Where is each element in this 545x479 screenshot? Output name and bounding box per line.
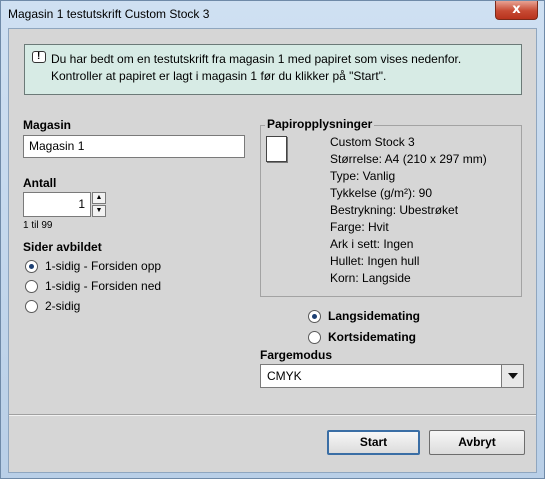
paper-color: Farge: Hvit bbox=[330, 220, 389, 234]
dialog-body: Du har bedt om en testutskrift fra magas… bbox=[8, 28, 537, 473]
start-button[interactable]: Start bbox=[327, 430, 420, 455]
decrement-button[interactable]: ▼ bbox=[92, 205, 106, 217]
paper-weight: Tykkelse (g/m²): 90 bbox=[330, 186, 433, 200]
paper-sets: Ark i sett: Ingen bbox=[330, 237, 414, 251]
chevron-down-icon[interactable] bbox=[501, 365, 523, 387]
close-button[interactable]: x bbox=[495, 1, 538, 20]
radio-unselected-icon bbox=[25, 280, 38, 293]
paper-size: Størrelse: A4 (210 x 297 mm) bbox=[330, 152, 487, 166]
paper-info-title: Papiropplysninger bbox=[265, 117, 375, 131]
radio-unselected-icon bbox=[25, 300, 38, 313]
radio-label: 2-sidig bbox=[45, 299, 81, 313]
info-line-2: Kontroller at papiret er lagt i magasin … bbox=[51, 69, 387, 83]
increment-button[interactable]: ▲ bbox=[92, 192, 106, 204]
radio-label: Kortsidemating bbox=[328, 330, 417, 344]
info-line-1: Du har bedt om en testutskrift fra magas… bbox=[51, 52, 462, 66]
color-mode-select[interactable]: CMYK bbox=[260, 364, 524, 388]
window-title: Magasin 1 testutskrift Custom Stock 3 bbox=[8, 7, 210, 21]
info-message-box: Du har bedt om en testutskrift fra magas… bbox=[24, 44, 522, 95]
title-bar[interactable]: Magasin 1 testutskrift Custom Stock 3 x bbox=[1, 1, 544, 28]
paper-sheet-icon bbox=[266, 136, 287, 162]
paper-holes: Hullet: Ingen hull bbox=[330, 254, 420, 268]
message-icon bbox=[32, 51, 46, 63]
paper-name: Custom Stock 3 bbox=[330, 135, 415, 149]
radio-label: Langsidemating bbox=[328, 309, 421, 323]
radio-selected-icon bbox=[25, 260, 38, 273]
sides-label: Sider avbildet bbox=[23, 240, 102, 254]
radio-label: 1-sidig - Forsiden ned bbox=[45, 279, 162, 293]
dialog-window: Magasin 1 testutskrift Custom Stock 3 x … bbox=[0, 0, 545, 479]
radio-unselected-icon bbox=[308, 331, 321, 344]
close-icon: x bbox=[512, 2, 521, 17]
color-mode-value: CMYK bbox=[267, 369, 302, 383]
quantity-stepper: 1 ▲ ▼ bbox=[23, 192, 106, 217]
radio-label: 1-sidig - Forsiden opp bbox=[45, 259, 162, 273]
color-mode-label: Fargemodus bbox=[260, 348, 333, 362]
paper-coating: Bestrykning: Ubestrøket bbox=[330, 203, 459, 217]
quantity-label: Antall bbox=[23, 176, 57, 190]
paper-type: Type: Vanlig bbox=[330, 169, 396, 183]
quantity-range: 1 til 99 bbox=[23, 220, 53, 231]
paper-details: Custom Stock 3 Størrelse: A4 (210 x 297 … bbox=[330, 134, 487, 287]
radio-selected-icon bbox=[308, 310, 321, 323]
paper-info-group: Papiropplysninger Custom Stock 3 Størrel… bbox=[260, 117, 522, 297]
tray-label: Magasin bbox=[23, 118, 72, 132]
paper-grain: Korn: Langside bbox=[330, 271, 411, 285]
tray-field[interactable]: Magasin 1 bbox=[23, 135, 245, 158]
cancel-button[interactable]: Avbryt bbox=[429, 430, 525, 455]
divider bbox=[9, 414, 536, 416]
quantity-input[interactable]: 1 bbox=[23, 192, 91, 217]
